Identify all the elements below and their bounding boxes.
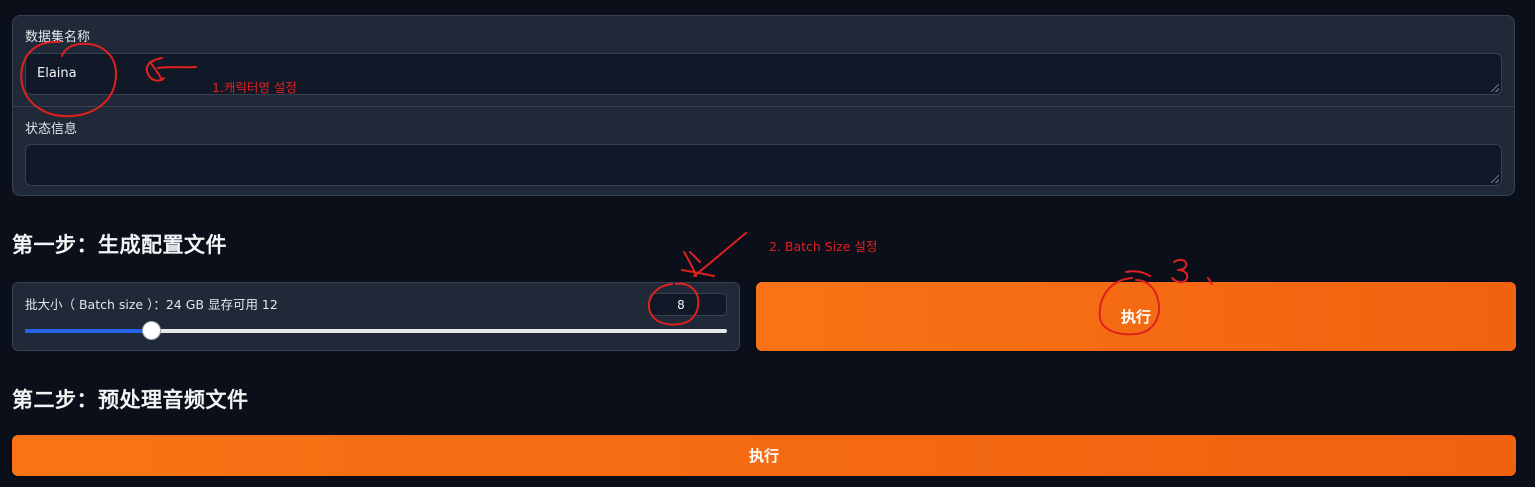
step1-title: 第一步：生成配置文件: [12, 233, 227, 257]
dataset-name-label: 数据集名称: [25, 30, 91, 45]
annotation-number-3: [1171, 258, 1189, 284]
annotation-note-2: 2. Batch Size 설정: [769, 239, 878, 254]
batch-size-slider-block: 批大小（ Batch size ）：24 GB 显存可用 12 8: [12, 282, 740, 351]
divider: [13, 106, 1514, 107]
batch-size-number-input[interactable]: 8: [649, 293, 727, 316]
resize-grip-icon[interactable]: [1491, 175, 1499, 183]
batch-size-value: 8: [677, 297, 685, 312]
batch-size-slider-track[interactable]: [25, 321, 727, 340]
step2-title: 第二步：预处理音频文件: [12, 388, 249, 412]
step1-run-button[interactable]: 执行: [756, 282, 1516, 351]
resize-grip-icon[interactable]: [1491, 84, 1499, 92]
annotation-arrow-2: [681, 232, 747, 277]
slider-thumb[interactable]: [142, 321, 161, 340]
dataset-panel: 数据集名称 Elaina 状态信息: [12, 15, 1515, 196]
dataset-name-value: Elaina: [37, 66, 77, 81]
batch-size-label: 批大小（ Batch size ）：24 GB 显存可用 12: [25, 297, 278, 312]
step2-run-button[interactable]: 执行: [12, 435, 1516, 476]
annotation-note-1: 1.캐릭터명 설정: [212, 80, 297, 95]
status-info-label: 状态信息: [25, 122, 78, 137]
status-info-output[interactable]: [25, 144, 1502, 186]
page: 数据集名称 Elaina 状态信息 第一步：生成配置文件 批大小（ Batch …: [0, 0, 1535, 487]
slider-fill: [25, 329, 151, 333]
